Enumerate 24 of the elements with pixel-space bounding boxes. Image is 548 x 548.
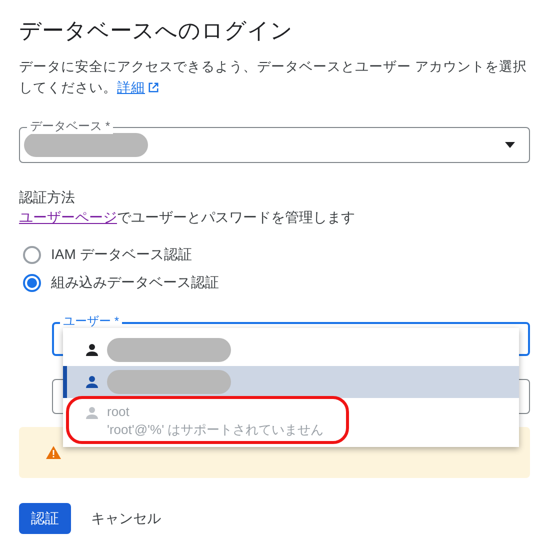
field-label: データベース * xyxy=(27,118,114,134)
radio-button[interactable] xyxy=(23,246,41,264)
section-heading: 認証方法 xyxy=(19,188,76,207)
details-link[interactable]: 詳細 xyxy=(117,80,145,95)
person-icon xyxy=(85,343,99,357)
submit-button[interactable]: 認証 xyxy=(19,503,71,534)
user-page-link[interactable]: ユーザーページ xyxy=(19,209,117,225)
radio-label: 組み込みデータベース認証 xyxy=(51,274,219,292)
person-icon xyxy=(85,406,99,420)
radio-label: IAM データベース認証 xyxy=(51,246,192,264)
menu-item[interactable] xyxy=(63,366,519,398)
user-note: 'root'@'%' はサポートされていません xyxy=(107,421,324,439)
page-title: データベースへのログイン xyxy=(19,17,294,45)
person-icon xyxy=(85,375,99,389)
cancel-button[interactable]: キャンセル xyxy=(91,503,161,534)
radio-button[interactable] xyxy=(23,274,41,292)
field-label: ユーザー * xyxy=(60,313,122,329)
user-name: root xyxy=(107,404,130,420)
description-text: データに安全にアクセスできるよう、データベースとユーザー アカウントを選択してください。詳細 xyxy=(19,58,528,97)
external-link-icon xyxy=(148,82,159,93)
warning-icon xyxy=(46,446,61,459)
hint-text: でユーザーとパスワードを管理します xyxy=(117,209,355,225)
menu-item[interactable] xyxy=(63,334,519,366)
dropdown-caret-icon xyxy=(505,142,515,148)
